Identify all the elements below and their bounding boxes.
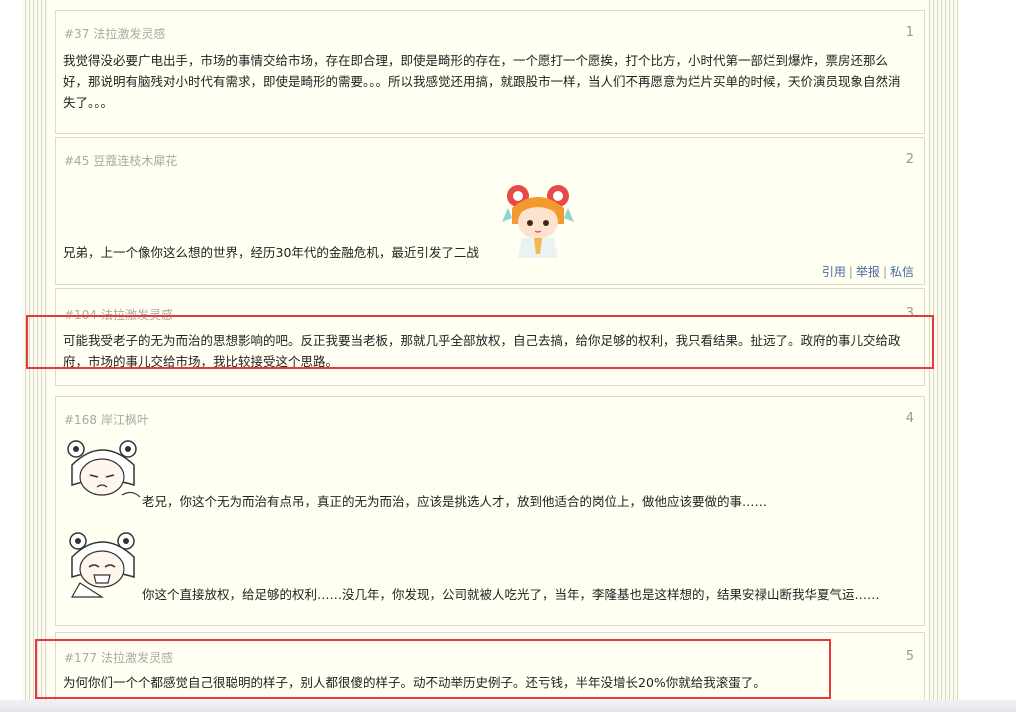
highlight-box-post-5: [35, 639, 831, 699]
report-link[interactable]: 举报: [856, 265, 880, 279]
post-actions: 引用 | 举报 | 私信: [822, 263, 914, 280]
post-header: #37 法拉激发灵感: [64, 25, 914, 41]
post-item: #168 岸江枫叶 4 老兄，你这个无为而治有点吊，真正的无为而治，应该是挑选人才…: [55, 396, 925, 626]
author-link[interactable]: 岸江枫叶: [101, 413, 149, 427]
divider: |: [848, 265, 853, 279]
crying-girl-sticker: [67, 440, 141, 498]
post-id: #168: [64, 413, 97, 427]
post-item: #45 豆蔻连枝木犀花 2 兄弟，上一个像你这么想的世界，经历30年代的金融危机，…: [55, 137, 925, 285]
divider: |: [882, 265, 887, 279]
floor-number: 2: [905, 152, 914, 167]
post-id: #45: [64, 154, 90, 168]
post-body: 我觉得没必要广电出手，市场的事情交给市场，存在即合理，即使是畸形的存在，一个愿打…: [63, 53, 901, 110]
post-body: 兄弟，上一个像你这么想的世界，经历30年代的金融危机，最近引发了二战: [63, 245, 479, 260]
post-id: #37: [64, 27, 90, 41]
post-body: 你这个直接放权，给足够的权利……没几年，你发现，公司就被人吃光了，当年，李隆基也…: [142, 587, 880, 602]
quote-link[interactable]: 引用: [822, 265, 846, 279]
post-body: 老兄，你这个无为而治有点吊，真正的无为而治，应该是挑选人才，放到他适合的岗位上，…: [142, 494, 768, 509]
fan-girl-sticker: [69, 532, 135, 598]
author-link[interactable]: 豆蔻连枝木犀花: [93, 154, 177, 168]
browser-bottom-strip: [0, 700, 1016, 712]
floor-number: 4: [905, 411, 914, 426]
post-item: #37 法拉激发灵感 1 我觉得没必要广电出手，市场的事情交给市场，存在即合理，即…: [55, 10, 925, 134]
highlight-box-post-3: [26, 315, 934, 369]
post-header: #45 豆蔻连枝木犀花: [64, 152, 914, 168]
floor-number: 5: [905, 649, 914, 664]
message-link[interactable]: 私信: [890, 265, 914, 279]
author-link[interactable]: 法拉激发灵感: [93, 27, 165, 41]
post-header: #168 岸江枫叶: [64, 411, 914, 427]
floor-number: 1: [905, 25, 914, 40]
